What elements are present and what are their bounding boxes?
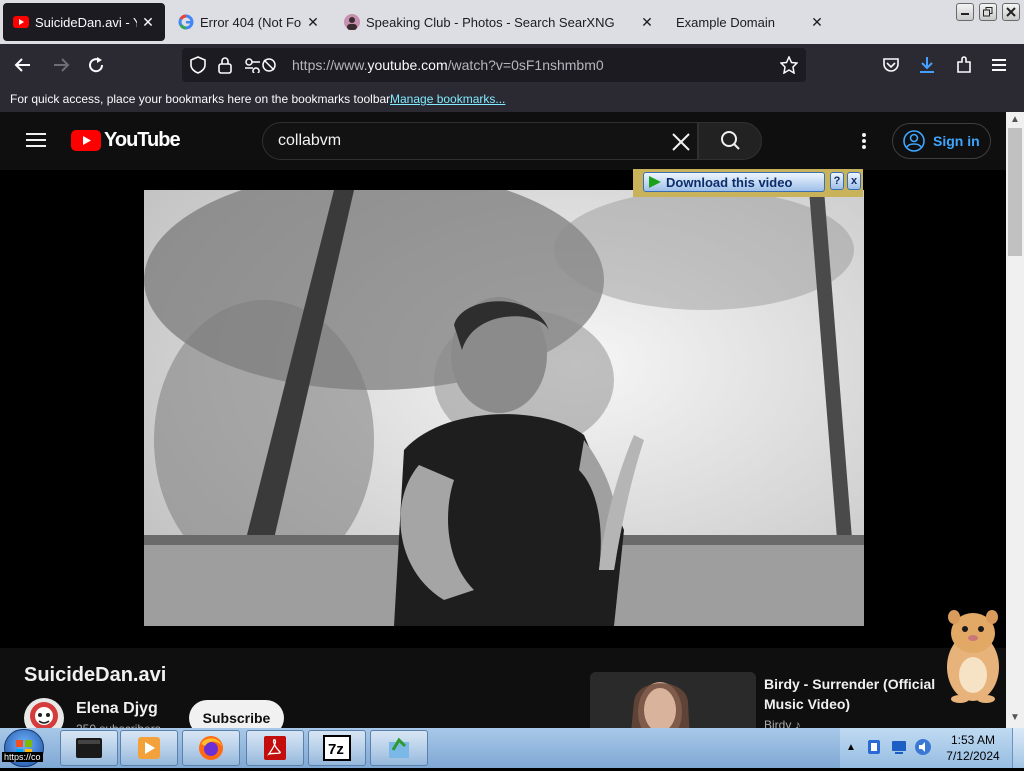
settings-more-icon[interactable] xyxy=(860,132,868,155)
channel-name[interactable]: Elena Djyg xyxy=(76,700,158,718)
lock-icon[interactable] xyxy=(218,56,232,79)
youtube-icon xyxy=(13,14,29,30)
scroll-up-icon[interactable]: ▲ xyxy=(1010,114,1020,125)
tab-youtube[interactable]: SuicideDan.avi - YouTube ✕ xyxy=(3,3,165,41)
close-window-button[interactable] xyxy=(1002,3,1020,21)
download-close-button[interactable]: x xyxy=(847,172,861,190)
tab-title: SuicideDan.avi - YouTube xyxy=(35,14,137,30)
bookmark-star-icon[interactable] xyxy=(779,55,799,79)
youtube-logo-icon xyxy=(71,130,101,151)
video-info: SuicideDan.avi Elena Djyg 250 subscriber… xyxy=(0,648,1006,742)
google-icon xyxy=(178,14,194,30)
tab-error-404[interactable]: Error 404 (Not Found)!!1 ✕ xyxy=(168,3,330,41)
taskbar-media-player[interactable] xyxy=(120,730,178,766)
tab-example-domain[interactable]: Example Domain ✕ xyxy=(666,3,834,41)
display-tray-icon[interactable] xyxy=(890,738,908,761)
pdf-reader-icon xyxy=(264,736,286,760)
url-bar[interactable]: https://www.youtube.com/watch?v=0sF1nshm… xyxy=(182,48,806,82)
volume-tray-icon[interactable] xyxy=(914,738,932,761)
show-hidden-icons-icon[interactable]: ▲ xyxy=(846,742,856,753)
tab-title: Example Domain xyxy=(676,14,775,30)
url-prefix: https://www. xyxy=(292,57,368,73)
restore-button[interactable] xyxy=(979,3,997,21)
video-still-image xyxy=(144,190,864,626)
downloads-icon[interactable] xyxy=(916,54,938,76)
page-scrollbar[interactable]: ▲ ▼ xyxy=(1006,112,1024,728)
7zip-icon: 7z xyxy=(323,735,351,761)
taskbar-window-app[interactable] xyxy=(60,730,118,766)
url-path: /watch?v=0sF1nshmbm0 xyxy=(447,57,604,73)
taskbar-7zip[interactable]: 7z xyxy=(308,730,366,766)
tab-speaking-club[interactable]: Speaking Club - Photos - Search SearXNG … xyxy=(334,3,664,41)
download-video-button[interactable]: Download this video xyxy=(643,172,825,192)
system-clock[interactable]: 1:53 AM 7/12/2024 xyxy=(938,732,1008,764)
reload-button[interactable] xyxy=(85,54,107,76)
related-video-title[interactable]: Birdy - Surrender (Official Music Video) xyxy=(764,674,944,714)
back-button[interactable] xyxy=(12,54,34,76)
search-input[interactable]: collabvm xyxy=(262,122,698,160)
youtube-header: YouTube collabvm Sign in xyxy=(0,112,1006,170)
scrollbar-thumb[interactable] xyxy=(1008,128,1022,256)
sign-in-button[interactable]: Sign in xyxy=(892,123,991,159)
url-text: https://www.youtube.com/watch?v=0sF1nshm… xyxy=(292,57,604,73)
search-query: collabvm xyxy=(278,132,342,149)
close-icon[interactable]: ✕ xyxy=(141,14,155,31)
bookmarks-toolbar: For quick access, place your bookmarks h… xyxy=(0,86,1024,112)
download-help-button[interactable]: ? xyxy=(830,172,844,190)
tab-title: Error 404 (Not Found)!!1 xyxy=(200,14,302,30)
tab-title: Speaking Club - Photos - Search SearXNG xyxy=(366,14,615,30)
extensions-icon[interactable] xyxy=(953,54,975,76)
navigation-toolbar: https://www.youtube.com/watch?v=0sF1nshm… xyxy=(0,44,1024,86)
bookmarks-hint: For quick access, place your bookmarks h… xyxy=(10,92,393,106)
media-player-icon xyxy=(138,737,160,759)
tab-strip: SuicideDan.avi - YouTube ✕ Error 404 (No… xyxy=(0,0,1024,44)
menu-icon[interactable] xyxy=(988,54,1010,76)
account-icon xyxy=(903,130,925,152)
window-app-icon xyxy=(76,738,102,758)
manage-bookmarks-link[interactable]: Manage bookmarks... xyxy=(390,92,505,106)
url-tooltip: https://co xyxy=(2,752,43,762)
clear-search-icon[interactable] xyxy=(671,132,691,157)
forward-button[interactable] xyxy=(50,54,72,76)
close-icon[interactable]: ✕ xyxy=(306,14,320,31)
close-icon[interactable]: ✕ xyxy=(810,14,824,31)
search-icon xyxy=(721,131,740,150)
video-frame[interactable] xyxy=(144,190,864,626)
youtube-logo-text: YouTube xyxy=(104,129,181,151)
clock-time: 1:53 AM xyxy=(950,733,996,747)
play-icon xyxy=(649,176,661,188)
shield-icon[interactable] xyxy=(190,56,206,79)
download-video-label: Download this video xyxy=(666,174,793,190)
youtube-logo[interactable]: YouTube xyxy=(71,129,181,152)
url-host: youtube.com xyxy=(367,57,448,73)
installer-icon xyxy=(389,737,409,758)
taskbar-installer[interactable] xyxy=(370,730,428,766)
clock-date: 7/12/2024 xyxy=(946,749,1000,763)
download-video-bar: Download this video ? x xyxy=(633,169,863,197)
firefox-icon xyxy=(199,736,223,760)
minimize-button[interactable] xyxy=(956,3,974,21)
taskbar-pdf-reader[interactable] xyxy=(246,730,304,766)
search-button[interactable] xyxy=(698,122,762,160)
taskbar-firefox[interactable] xyxy=(182,730,240,766)
pocket-icon[interactable] xyxy=(880,54,902,76)
video-title: SuicideDan.avi xyxy=(24,664,167,686)
taskbar: https://co 7z ▲ 1:53 AM 7/12/2024 xyxy=(0,728,1024,768)
network-tray-icon[interactable] xyxy=(866,738,882,761)
avatar-icon xyxy=(344,14,360,30)
hamster-desktop-pet[interactable] xyxy=(940,605,1006,703)
sign-in-label: Sign in xyxy=(933,133,980,149)
hamburger-menu-icon[interactable] xyxy=(26,132,46,153)
close-icon[interactable]: ✕ xyxy=(640,14,654,31)
permissions-icon[interactable] xyxy=(244,57,278,78)
show-desktop-button[interactable] xyxy=(1012,728,1024,768)
svg-text:7z: 7z xyxy=(328,741,344,758)
scroll-down-icon[interactable]: ▼ xyxy=(1010,712,1020,723)
